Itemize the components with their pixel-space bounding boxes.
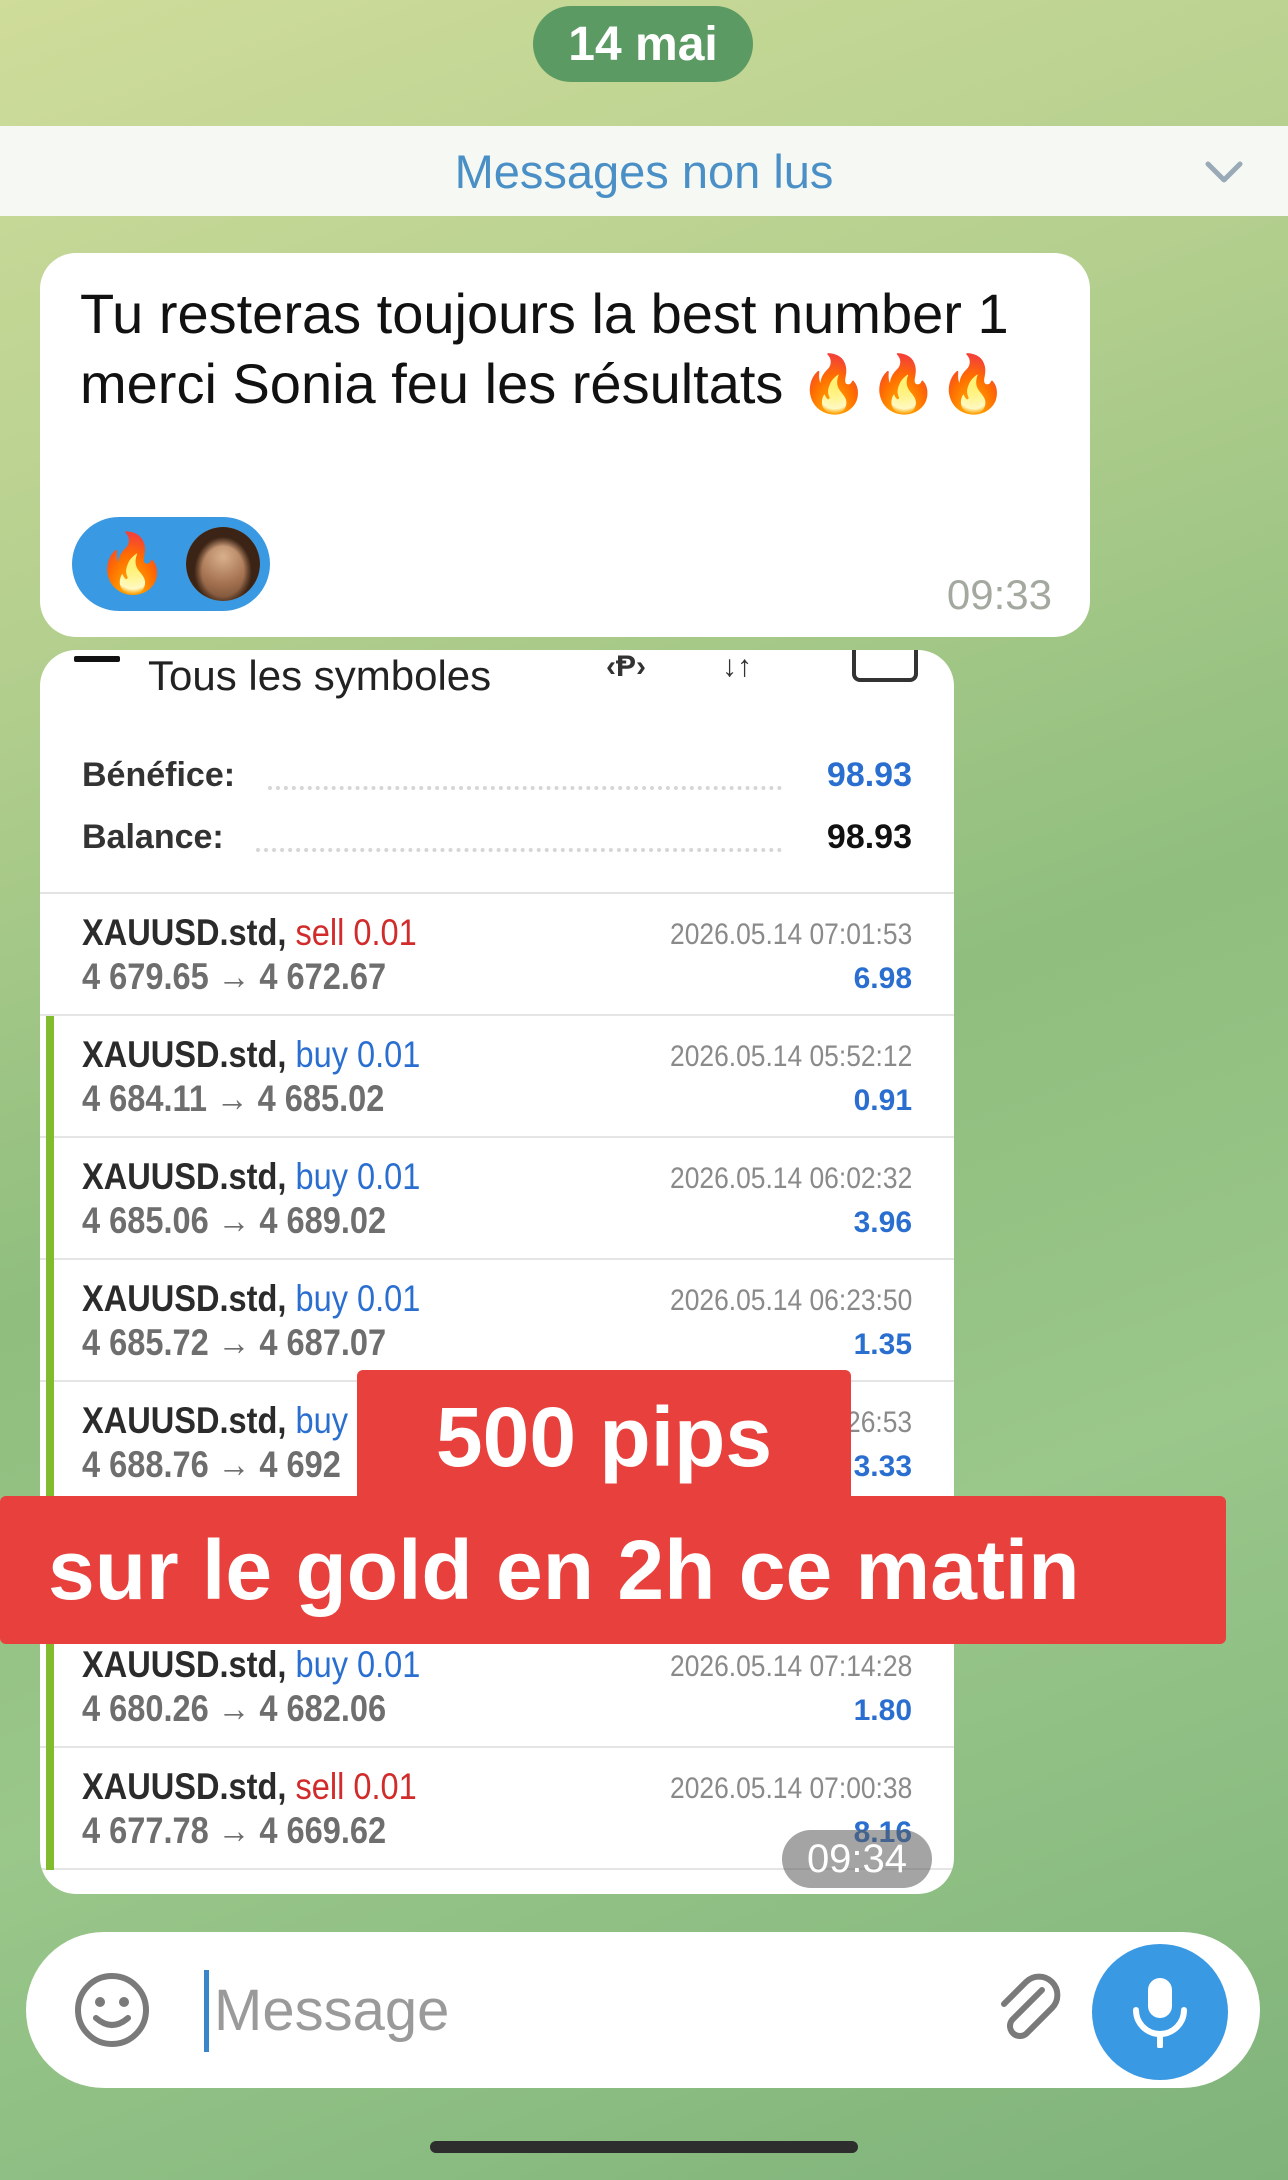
unread-messages-banner[interactable]: Messages non lus (0, 126, 1288, 216)
emoji-icon[interactable] (72, 1970, 152, 2050)
message-time: 09:33 (946, 571, 1052, 618)
trade-row[interactable]: XAUUSD.std, buy 0.01 4 680.26 → 4 682.06… (40, 1626, 954, 1748)
message-time: 09:34 (782, 1830, 932, 1888)
unread-messages-label: Messages non lus (454, 144, 834, 198)
profit-label: Bénéfice: (82, 756, 236, 794)
menu-icon (74, 656, 120, 662)
message-text: Tu resteras toujours la best number 1 me… (80, 282, 1009, 415)
profit-value: 98.93 (826, 756, 912, 794)
avatar (186, 527, 260, 601)
paperclip-icon[interactable] (986, 1968, 1070, 2052)
screenshot-image-message[interactable]: Tous les symboles ‹Ᵽ› ↓↑ Bénéfice: 98.93… (40, 650, 954, 1894)
microphone-icon (1133, 1978, 1187, 2048)
profit-row: Bénéfice: 98.93 (82, 756, 912, 806)
message-composer (26, 1932, 1260, 2088)
fire-emoji-icon: 🔥 (96, 531, 169, 596)
filter-icon: ↓↑ (722, 650, 752, 683)
caption-line-2: sur le gold en 2h ce matin (0, 1496, 1226, 1644)
date-chip: 14 mai (533, 6, 753, 82)
trade-row[interactable]: XAUUSD.std, sell 0.01 4 679.65 → 4 672.6… (40, 894, 954, 1016)
balance-row: Balance: 98.93 (82, 818, 912, 868)
sort-icon: ‹Ᵽ› (606, 650, 646, 683)
message-bubble[interactable]: Tu resteras toujours la best number 1 me… (40, 253, 1090, 637)
message-input[interactable] (212, 1964, 816, 2056)
symbols-title: Tous les symboles (148, 652, 492, 699)
reaction-chip[interactable]: 🔥 (72, 517, 270, 611)
microphone-button[interactable] (1092, 1944, 1228, 2080)
balance-value: 98.93 (826, 818, 912, 856)
caption-line-1: 500 pips (357, 1370, 851, 1504)
trade-row[interactable]: XAUUSD.std, buy 0.01 4 684.11 → 4 685.02… (40, 1016, 954, 1138)
trade-row[interactable]: XAUUSD.std, buy 0.01 4 685.72 → 4 687.07… (40, 1260, 954, 1382)
balance-label: Balance: (82, 818, 224, 856)
trade-row[interactable]: XAUUSD.std, buy 0.01 4 685.06 → 4 689.02… (40, 1138, 954, 1260)
home-indicator (430, 2141, 858, 2153)
chevron-down-icon[interactable] (1202, 150, 1246, 194)
keyboard-icon (852, 650, 918, 682)
